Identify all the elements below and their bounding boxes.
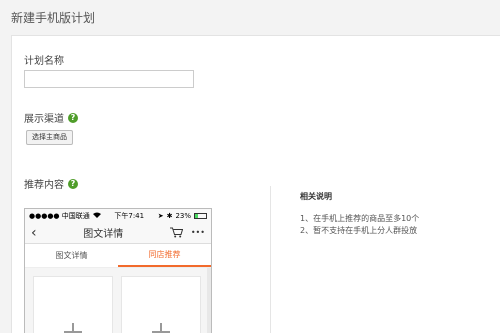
plus-icon xyxy=(64,323,82,333)
plan-name-label: 计划名称 xyxy=(24,52,64,67)
note-item: 1、在手机上推荐的商品至多10个 xyxy=(300,214,420,223)
form-panel: 计划名称 展示渠道 ? 选择主商品 推荐内容 ? ●●●●● 中国联通 下午7:… xyxy=(11,35,500,333)
recommend-label: 推荐内容 ? xyxy=(24,176,78,191)
help-icon[interactable]: ? xyxy=(68,112,78,123)
divider xyxy=(270,186,271,333)
channel-label: 展示渠道 ? xyxy=(24,110,78,125)
bluetooth-icon: ✱ xyxy=(166,211,173,220)
phone-scrollbar[interactable] xyxy=(207,268,211,333)
phone-tabs: 图文详情 同店推荐 xyxy=(25,244,211,268)
channel-label-text: 展示渠道 xyxy=(24,114,64,125)
note-item: 2、暂不支持在手机上分人群投放 xyxy=(300,226,418,235)
carrier-text: ●●●●● 中国联通 xyxy=(29,211,90,220)
phone-page-title: 图文详情 xyxy=(83,229,124,240)
cart-icon[interactable] xyxy=(169,223,184,242)
battery-text: 23% xyxy=(175,211,191,220)
recommend-label-text: 推荐内容 xyxy=(24,180,64,191)
tab-detail-label: 图文详情 xyxy=(55,251,88,260)
back-icon[interactable]: ‹ xyxy=(31,226,37,240)
plan-name-label-text: 计划名称 xyxy=(24,56,64,67)
tab-detail[interactable]: 图文详情 xyxy=(25,244,118,267)
notes-title: 相关说明 xyxy=(300,192,332,201)
tab-store-recommend-label: 同店推荐 xyxy=(148,250,181,259)
more-icon[interactable]: ••• xyxy=(191,228,205,237)
wifi-icon xyxy=(92,212,101,220)
plus-icon xyxy=(152,323,170,333)
product-slot-grid xyxy=(25,268,211,333)
phone-status-bar: ●●●●● 中国联通 下午7:41 ➤ ✱ 23% xyxy=(25,209,211,222)
time-text: 下午7:41 xyxy=(114,211,145,220)
add-product-slot[interactable] xyxy=(121,276,201,333)
page-title: 新建手机版计划 xyxy=(11,11,96,25)
help-icon[interactable]: ? xyxy=(68,178,78,189)
phone-preview: ●●●●● 中国联通 下午7:41 ➤ ✱ 23% ‹ 图文详情 ••• 图文详… xyxy=(24,208,212,333)
location-icon: ➤ xyxy=(157,211,164,220)
add-product-slot[interactable] xyxy=(33,276,113,333)
battery-icon xyxy=(194,212,207,219)
phone-nav-bar: ‹ 图文详情 ••• xyxy=(25,222,211,244)
tab-store-recommend[interactable]: 同店推荐 xyxy=(118,244,211,267)
select-main-product-button[interactable]: 选择主商品 xyxy=(26,130,73,145)
plan-name-input[interactable] xyxy=(24,70,194,88)
